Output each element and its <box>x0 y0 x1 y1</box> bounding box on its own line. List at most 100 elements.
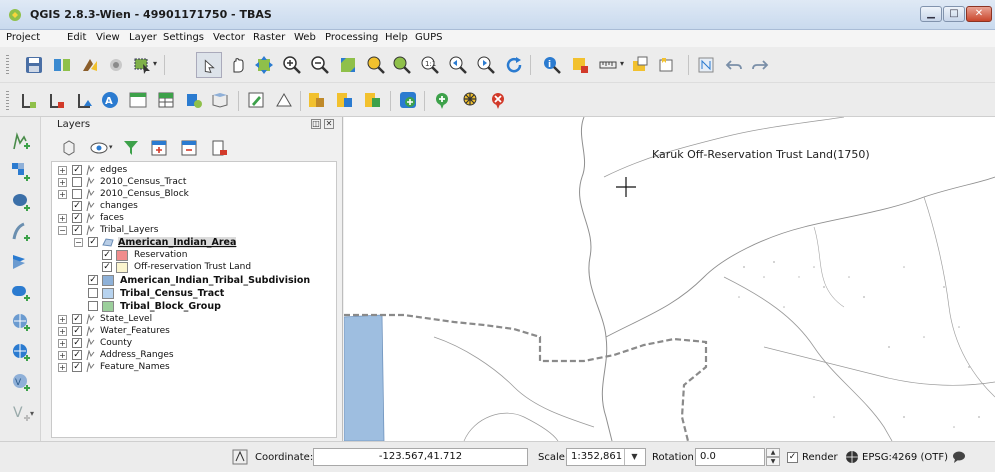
new-shapefile-icon[interactable] <box>184 90 204 110</box>
layer-row-address-ranges[interactable]: + ✓ Address_Ranges <box>52 350 338 362</box>
layer-row-state-level[interactable]: + ✓ State_Level <box>52 314 338 326</box>
layer-checkbox[interactable]: ✓ <box>72 362 82 372</box>
close-panel-icon[interactable]: ✕ <box>324 119 334 129</box>
add-feature-icon[interactable] <box>398 90 418 110</box>
layer-row-water-features[interactable]: + ✓ Water_Features <box>52 326 338 338</box>
add-wms-layer-icon[interactable]: A <box>100 90 120 110</box>
layer-checkbox[interactable]: ✓ <box>72 225 82 235</box>
render-checkbox[interactable]: ✓ <box>787 452 798 463</box>
add-yellow-marker-icon[interactable] <box>460 90 480 110</box>
zoom-to-selection-icon[interactable] <box>366 55 386 75</box>
map-tips-icon[interactable] <box>630 55 650 75</box>
zoom-full-icon[interactable] <box>338 55 358 75</box>
expand-toggle[interactable]: + <box>58 214 67 223</box>
select-dropdown-icon[interactable]: ▾ <box>153 59 157 68</box>
layer-row-tribal-block-group[interactable]: Tribal_Block_Group <box>52 301 338 313</box>
menu-view[interactable]: View <box>96 32 120 43</box>
refresh-icon[interactable] <box>504 55 524 75</box>
remove-marker-icon[interactable] <box>488 90 508 110</box>
add-vector-layer-icon[interactable] <box>10 131 32 153</box>
layer-tree[interactable]: + ✓ edges + 2010_Census_Tract + 2010_Cen… <box>51 161 337 438</box>
legend-row-reservation[interactable]: ✓ Reservation <box>52 250 338 262</box>
gups-tool3-icon[interactable] <box>362 90 382 110</box>
layer-row-faces[interactable]: + ✓ faces <box>52 213 338 225</box>
add-green-marker-icon[interactable] <box>432 90 452 110</box>
toolbar-grip[interactable] <box>6 91 9 111</box>
gups-tool2-icon[interactable] <box>334 90 354 110</box>
zoom-in-icon[interactable] <box>282 55 302 75</box>
layer-row-county[interactable]: + ✓ County <box>52 338 338 350</box>
add-delimited-text-icon[interactable] <box>128 90 148 110</box>
python-console-icon[interactable] <box>106 55 126 75</box>
layer-checkbox[interactable] <box>72 177 82 187</box>
add-vector-layer-icon[interactable] <box>18 90 38 110</box>
add-delimited-layer-icon[interactable]: V <box>10 401 32 423</box>
zoom-out-icon[interactable] <box>310 55 330 75</box>
layer-row-tribal-census-tract[interactable]: Tribal_Census_Tract <box>52 288 338 300</box>
collapse-toggle[interactable]: − <box>58 226 67 235</box>
menu-processing[interactable]: Processing <box>325 32 378 43</box>
menu-edit[interactable]: Edit <box>67 32 86 43</box>
expand-toggle[interactable]: + <box>58 315 67 324</box>
expand-toggle[interactable]: + <box>58 327 67 336</box>
zoom-last-icon[interactable] <box>448 55 468 75</box>
remove-layer-icon[interactable] <box>209 138 229 158</box>
legend-checkbox[interactable]: ✓ <box>102 262 112 272</box>
manage-visibility-icon[interactable] <box>89 138 109 158</box>
legend-row-off-reservation[interactable]: ✓ Off-reservation Trust Land <box>52 262 338 274</box>
menu-layer[interactable]: Layer <box>129 32 157 43</box>
add-mssql-layer-icon[interactable] <box>10 251 32 273</box>
zoom-to-layer-icon[interactable] <box>392 55 412 75</box>
crs-globe-icon[interactable] <box>845 450 859 464</box>
pan-to-selection-icon[interactable] <box>254 55 274 75</box>
layer-checkbox[interactable] <box>88 288 98 298</box>
measure-line-icon[interactable] <box>598 55 618 75</box>
layer-row-changes[interactable]: ✓ changes <box>52 201 338 213</box>
layer-checkbox[interactable]: ✓ <box>72 350 82 360</box>
zoom-next-icon[interactable] <box>476 55 496 75</box>
scale-dropdown-icon[interactable]: ▼ <box>624 449 644 465</box>
new-spatialite-icon[interactable] <box>210 90 230 110</box>
open-attribute-table-icon[interactable] <box>156 90 176 110</box>
layer-checkbox[interactable] <box>88 301 98 311</box>
gups-tool1-icon[interactable] <box>306 90 326 110</box>
coordinate-toggle-icon[interactable] <box>232 449 248 465</box>
rotation-up-icon[interactable]: ▲ <box>766 448 780 457</box>
add-spatialite-layer-icon[interactable] <box>10 221 32 243</box>
menu-vector[interactable]: Vector <box>213 32 245 43</box>
pan-map-icon[interactable] <box>228 55 248 75</box>
rotation-down-icon[interactable]: ▼ <box>766 457 780 466</box>
style-manager-icon[interactable] <box>80 55 100 75</box>
layer-checkbox[interactable]: ✓ <box>88 237 98 247</box>
messages-icon[interactable] <box>952 451 966 463</box>
coordinate-field[interactable]: -123.567,41.712 <box>313 448 528 466</box>
expand-toggle[interactable]: + <box>58 363 67 372</box>
add-oracle-layer-icon[interactable] <box>10 281 32 303</box>
add-postgis-layer-icon[interactable] <box>10 191 32 213</box>
crs-label[interactable]: EPSG:4269 (OTF) <box>862 452 948 463</box>
collapse-all-icon[interactable] <box>179 138 199 158</box>
redo-icon[interactable] <box>750 55 770 75</box>
select-feature-icon[interactable] <box>132 55 152 75</box>
expand-toggle[interactable]: + <box>58 351 67 360</box>
map-canvas[interactable]: Karuk Off-Reservation Trust Land(1750) <box>344 117 995 441</box>
expand-toggle[interactable]: + <box>58 178 67 187</box>
expand-toggle[interactable]: + <box>58 339 67 348</box>
layer-checkbox[interactable]: ✓ <box>88 275 98 285</box>
close-button[interactable]: ✕ <box>966 6 992 22</box>
layer-checkbox[interactable]: ✓ <box>72 213 82 223</box>
layer-checkbox[interactable]: ✓ <box>72 314 82 324</box>
layer-checkbox[interactable]: ✓ <box>72 165 82 175</box>
layer-row-tribal-subdivision[interactable]: ✓ American_Indian_Tribal_Subdivision <box>52 275 338 287</box>
more-tools-icon[interactable]: ▾ <box>30 409 34 418</box>
maximize-button[interactable]: □ <box>943 6 965 22</box>
touch-zoom-icon[interactable] <box>196 52 222 78</box>
undo-icon[interactable] <box>724 55 744 75</box>
zoom-native-icon[interactable]: 1:1 <box>420 55 440 75</box>
save-edits-icon[interactable] <box>274 90 294 110</box>
legend-checkbox[interactable]: ✓ <box>102 250 112 260</box>
menu-help[interactable]: Help <box>385 32 408 43</box>
new-bookmark-icon[interactable] <box>656 55 676 75</box>
save-project-icon[interactable] <box>24 55 44 75</box>
expand-toggle[interactable]: + <box>58 166 67 175</box>
